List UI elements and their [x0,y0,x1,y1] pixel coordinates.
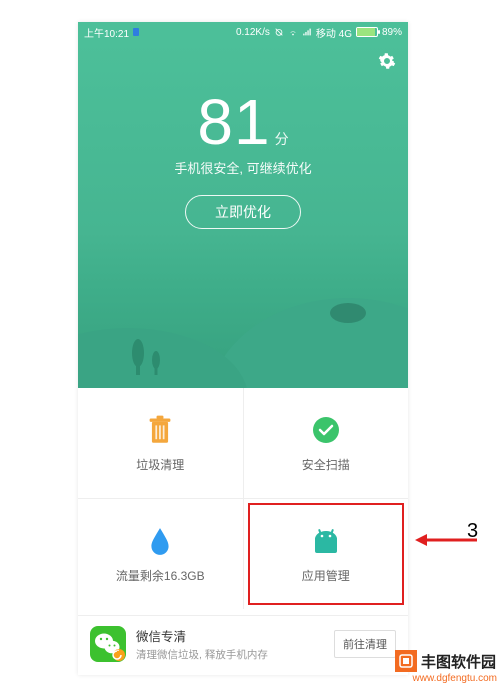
android-icon [310,525,342,557]
battery-icon [356,27,378,37]
signal-icon [302,27,312,37]
gear-icon[interactable] [378,52,396,70]
watermark-url: www.dgfengtu.com [410,672,500,685]
feature-grid: 垃圾清理 安全扫描 流量剩余16.3GB [78,388,408,609]
optimize-button[interactable]: 立即优化 [185,195,301,229]
mountain-illustration-icon [78,268,408,388]
wechat-clean-text: 微信专清 清理微信垃圾, 释放手机内存 [136,626,268,662]
optimize-button-label: 立即优化 [215,202,271,222]
app-management-label: 应用管理 [302,567,350,584]
score-unit: 分 [275,131,289,147]
statusbar-time: 上午10:21 [84,25,129,40]
app-management-tile[interactable]: 应用管理 [244,499,409,609]
statusbar-netspeed: 0.12K/s [236,27,270,38]
wechat-clean-desc: 清理微信垃圾, 释放手机内存 [136,647,268,662]
annotation-arrow-icon [415,533,477,547]
wechat-clean-action-label: 前往清理 [343,639,387,651]
wechat-clean-icon [90,626,126,662]
phone-screen: 上午10:21 0.12K/s 移动 4G 89% 81分 手机很安全, 可继续… [78,22,408,675]
hero-panel: 81分 手机很安全, 可继续优化 立即优化 [78,42,408,388]
shield-check-icon [310,414,342,446]
wechat-clean-title: 微信专清 [136,626,268,645]
statusbar-carrier: 移动 4G [316,25,352,40]
alarm-off-icon [274,27,284,37]
security-scan-tile[interactable]: 安全扫描 [244,388,409,498]
trash-icon [144,414,176,446]
notification-indicator-icon [133,28,139,36]
wifi-icon [288,27,298,37]
trash-clean-tile[interactable]: 垃圾清理 [78,388,243,498]
trash-clean-label: 垃圾清理 [136,456,184,473]
score-value: 81 [197,86,270,158]
score-subtitle: 手机很安全, 可继续优化 [78,158,408,177]
water-drop-icon [144,525,176,557]
security-score: 81分 [78,42,408,154]
data-usage-tile[interactable]: 流量剩余16.3GB [78,499,243,609]
statusbar-battery-pct: 89% [382,27,402,38]
watermark-logo-icon [395,650,417,672]
wechat-clean-promo: 微信专清 清理微信垃圾, 释放手机内存 前往清理 [78,615,408,671]
watermark-brand: 丰图软件园 [417,651,500,672]
wechat-clean-action-button[interactable]: 前往清理 [334,630,396,658]
statusbar: 上午10:21 0.12K/s 移动 4G 89% [78,22,408,42]
security-scan-label: 安全扫描 [302,456,350,473]
watermark: 丰图软件园 www.dgfengtu.com [395,650,500,685]
data-usage-label: 流量剩余16.3GB [116,567,205,584]
